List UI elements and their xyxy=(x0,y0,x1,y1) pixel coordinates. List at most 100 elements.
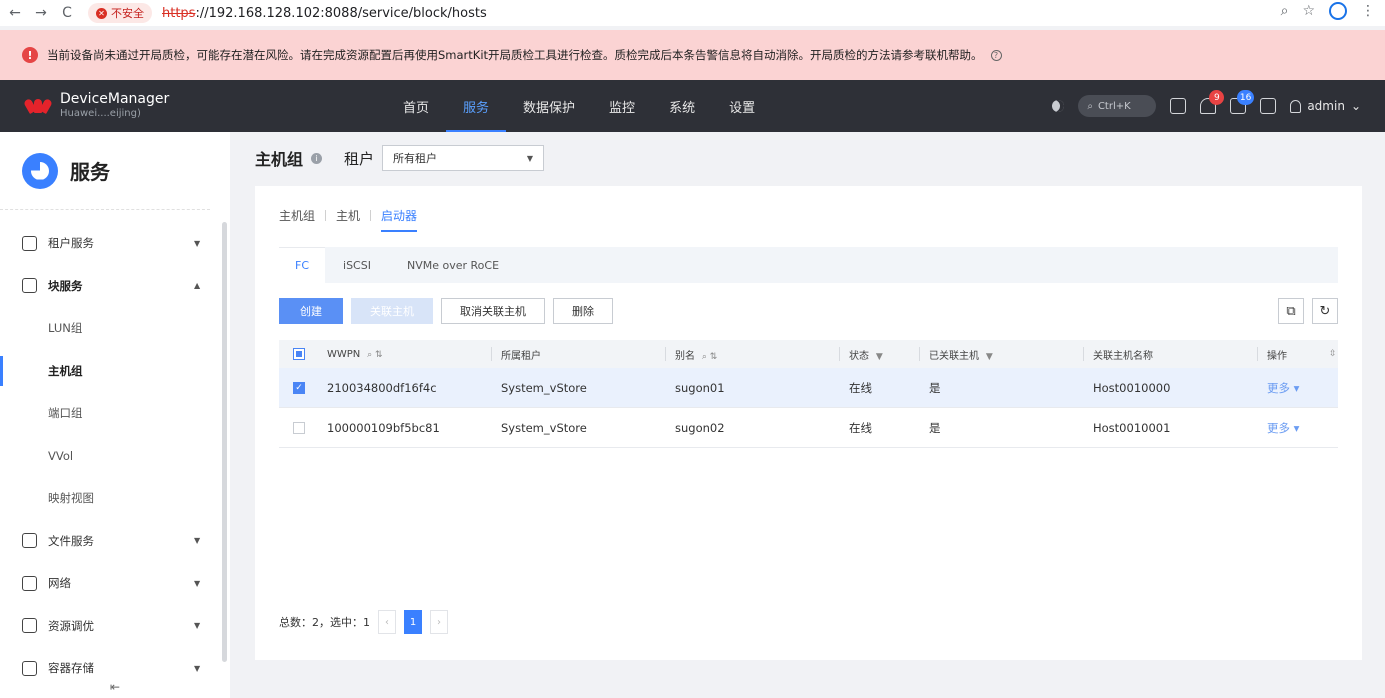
sidebar-item[interactable]: VVol xyxy=(0,435,230,478)
protocol-tab[interactable]: iSCSI xyxy=(325,247,389,283)
refresh-icon[interactable]: ↻ xyxy=(1312,298,1338,324)
collapse-sidebar-icon[interactable]: ⇤ xyxy=(110,680,120,694)
zoom-icon[interactable]: ⌕ xyxy=(1281,3,1289,19)
sidebar-list: 租户服务 ▼ 块服务 ▲ LUN组 主机组 端口组 VVol 映射视图 文件服务 ▼ 网络 ▼ 资源调优 ▼… xyxy=(0,222,230,690)
row-checkbox[interactable]: ✓ xyxy=(293,381,305,394)
security-chip[interactable]: ✕ 不安全 xyxy=(88,3,152,23)
create-button[interactable]: 创建 xyxy=(279,298,343,324)
cell-text: 是 xyxy=(929,380,941,395)
sidebar-item[interactable]: LUN组 xyxy=(0,307,230,350)
table-cell: sugon02 xyxy=(675,421,725,435)
sidebar-item[interactable]: 块服务 ▲ xyxy=(0,265,230,308)
export-icon[interactable]: ⧉ xyxy=(1278,298,1304,324)
bell-icon[interactable]: 9 xyxy=(1200,90,1225,114)
sidebar-item[interactable]: 主机组 xyxy=(0,350,230,393)
next-page-icon[interactable]: › xyxy=(430,610,448,634)
menu-item[interactable]: 数据保护 xyxy=(506,80,592,132)
sidebar-item[interactable]: 映射视图 xyxy=(0,477,230,520)
sidebar-item-label: 端口组 xyxy=(48,406,83,421)
column-settings-icon[interactable]: ⇳ xyxy=(1329,349,1337,359)
cell-text: Host0010001 xyxy=(1093,420,1171,435)
reload-icon[interactable]: C xyxy=(56,2,78,24)
tab-separator xyxy=(370,210,372,221)
column-header[interactable]: 操作 xyxy=(1267,347,1287,362)
log-icon[interactable] xyxy=(1260,98,1277,114)
sidebar-item-label: 块服务 xyxy=(48,278,83,293)
row-checkbox[interactable] xyxy=(293,421,305,434)
column-divider xyxy=(1257,347,1258,361)
global-search[interactable]: ⌕ Ctrl+K xyxy=(1078,95,1157,117)
more-actions-link[interactable]: 更多 ▾ xyxy=(1267,420,1299,436)
filter-icon[interactable]: ▼ xyxy=(983,352,993,362)
delete-button[interactable]: 删除 xyxy=(553,298,613,324)
associate-host-button[interactable]: 关联主机 xyxy=(351,298,433,324)
unassociate-host-button[interactable]: 取消关联主机 xyxy=(441,298,545,324)
column-header[interactable]: 关联主机名称 xyxy=(1093,347,1153,362)
forward-icon[interactable]: → xyxy=(30,2,52,24)
subtab[interactable]: 启动器 xyxy=(381,207,418,232)
cell-text: Host0010000 xyxy=(1093,380,1171,395)
column-header[interactable]: 别名 ⌕ ⇅ xyxy=(675,347,717,362)
protocol-tabs: FC iSCSI NVMe over RoCE xyxy=(279,247,1338,283)
sidebar-title: 服务 xyxy=(70,160,110,184)
table-cell: 100000109bf5bc81 xyxy=(327,421,440,435)
cell-text: 在线 xyxy=(849,380,872,395)
subtab[interactable]: 主机组 xyxy=(279,207,315,232)
select-all-checkbox[interactable] xyxy=(293,348,305,360)
back-icon[interactable]: ← xyxy=(4,2,26,24)
bookmark-star-icon[interactable]: ☆ xyxy=(1302,3,1315,19)
sidebar-item[interactable]: 文件服务 ▼ xyxy=(0,520,230,563)
column-header[interactable]: 已关联主机 ▼ xyxy=(929,347,993,362)
column-divider xyxy=(839,347,840,361)
user-menu[interactable]: admin ⌄ xyxy=(1290,99,1361,113)
help-icon[interactable]: ? xyxy=(990,49,1002,61)
filter-icon[interactable]: ▼ xyxy=(873,352,883,362)
protocol-tab[interactable]: NVMe over RoCE xyxy=(389,247,517,283)
user-icon xyxy=(1290,99,1302,113)
page-number[interactable]: 1 xyxy=(404,610,422,634)
info-icon[interactable]: i xyxy=(311,152,323,164)
search-sort-icon[interactable]: ⌕ ⇅ xyxy=(364,350,382,360)
more-actions-link[interactable]: 更多 ▾ xyxy=(1267,380,1299,396)
address-bar[interactable]: ✕ 不安全 https ://192.168.128.102:8088/serv… xyxy=(88,2,487,24)
sidebar-item[interactable]: 端口组 xyxy=(0,392,230,435)
table-row[interactable]: 100000109bf5bc81 System_vStore sugon02 在线 是 H… xyxy=(279,408,1338,448)
column-header[interactable]: WWPN ⌕ ⇅ xyxy=(327,349,383,360)
sidebar-item-icon xyxy=(22,660,37,676)
browser-menu-icon[interactable]: ⋮ xyxy=(1361,3,1375,19)
protocol-tab[interactable]: FC xyxy=(279,247,326,283)
table-row[interactable]: ✓ 210034800df16f4c System_vStore sugon01 在线 是… xyxy=(279,368,1338,408)
profile-icon[interactable] xyxy=(1329,2,1347,20)
sidebar-item[interactable]: 租户服务 ▼ xyxy=(0,222,230,265)
sidebar-item[interactable]: 网络 ▼ xyxy=(0,562,230,605)
search-sort-icon[interactable]: ⌕ ⇅ xyxy=(699,352,717,362)
caret-down-icon: ▾ xyxy=(1290,380,1300,395)
column-header-label: WWPN xyxy=(327,348,361,360)
column-header-label: 所属租户 xyxy=(501,350,541,362)
sidebar-item-icon xyxy=(22,235,37,251)
menu-item[interactable]: 监控 xyxy=(592,80,652,132)
table-cell: 在线 xyxy=(849,420,872,436)
column-header[interactable]: 所属租户 xyxy=(501,347,541,362)
tenant-select[interactable]: 所有租户 ▼ xyxy=(382,145,545,171)
cell-text: 是 xyxy=(929,420,941,435)
menu-item[interactable]: 设置 xyxy=(712,80,772,132)
alarm-chart-icon[interactable]: 16 xyxy=(1230,90,1255,114)
prev-page-icon[interactable]: ‹ xyxy=(378,610,396,634)
chevron-icon: ▼ xyxy=(194,238,201,248)
theme-icon[interactable] xyxy=(1052,100,1065,112)
brand-logo[interactable]: DeviceManager Huawei....eijing) xyxy=(23,91,169,121)
menu-item[interactable]: 首页 xyxy=(386,80,446,132)
task-icon[interactable] xyxy=(1170,98,1187,114)
menu-item[interactable]: 系统 xyxy=(652,80,712,132)
brand-subtitle: Huawei....eijing) xyxy=(60,108,141,119)
column-header[interactable]: 状态 ▼ xyxy=(849,347,883,362)
menu-item[interactable]: 服务 xyxy=(446,80,507,132)
column-divider xyxy=(1083,347,1084,361)
sidebar-scrollbar[interactable] xyxy=(222,222,227,662)
sidebar-item[interactable]: 资源调优 ▼ xyxy=(0,605,230,648)
subtab[interactable]: 主机 xyxy=(336,207,360,232)
sidebar-item-icon xyxy=(22,575,37,591)
user-name: admin xyxy=(1307,99,1345,113)
sidebar-item-label: 网络 xyxy=(48,576,71,591)
